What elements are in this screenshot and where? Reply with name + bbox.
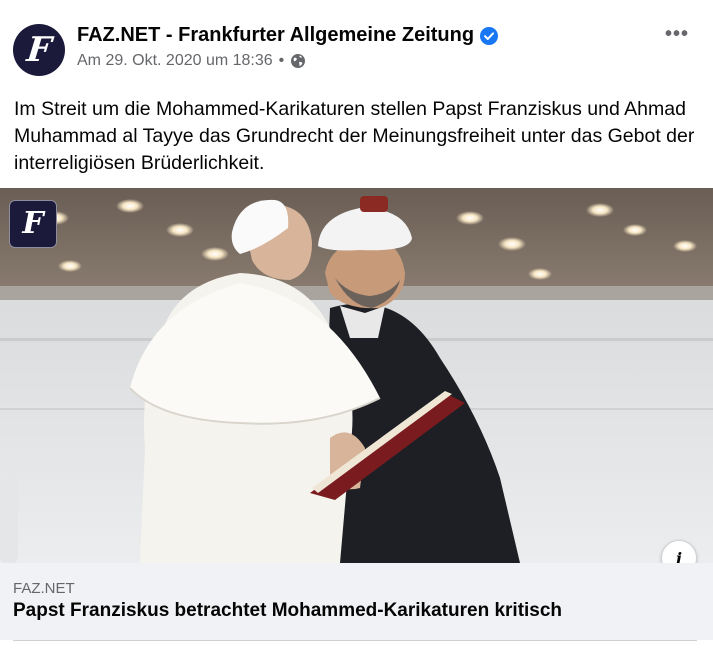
link-preview-card[interactable]: F i FAZ.NET Papst Franziskus betrachtet … xyxy=(0,188,713,640)
verified-badge-icon xyxy=(480,26,499,45)
link-title: Papst Franziskus betrachtet Mohammed-Kar… xyxy=(13,600,563,621)
link-caption[interactable]: FAZ.NET Papst Franziskus betrachtet Moha… xyxy=(0,563,713,640)
meta-separator: • xyxy=(278,52,285,69)
link-preview-image[interactable]: F xyxy=(0,188,713,563)
more-icon: ••• xyxy=(664,23,689,45)
avatar-logo-letter: F xyxy=(24,30,54,70)
page-name-link[interactable]: FAZ.NET - Frankfurter Allgemeine Zeitung xyxy=(77,24,499,47)
post-message: Im Streit um die Mohammed-Karikaturen st… xyxy=(14,98,695,174)
post-timestamp[interactable]: Am 29. Okt. 2020 um 18:36 xyxy=(77,52,273,70)
post-header: F FAZ.NET - Frankfurter Allgemeine Zeitu… xyxy=(0,0,713,90)
link-domain: FAZ.NET xyxy=(13,580,75,597)
globe-icon xyxy=(291,54,306,68)
news-photo xyxy=(0,188,713,563)
image-logo-letter: F xyxy=(22,206,44,241)
post-meta: Am 29. Okt. 2020 um 18:36 • xyxy=(77,52,306,70)
image-faz-logo: F xyxy=(9,200,57,248)
page-name: FAZ.NET - Frankfurter Allgemeine Zeitung xyxy=(77,24,475,46)
divider xyxy=(13,640,697,641)
page-avatar[interactable]: F xyxy=(13,24,65,76)
more-options-button[interactable]: ••• xyxy=(663,22,691,46)
